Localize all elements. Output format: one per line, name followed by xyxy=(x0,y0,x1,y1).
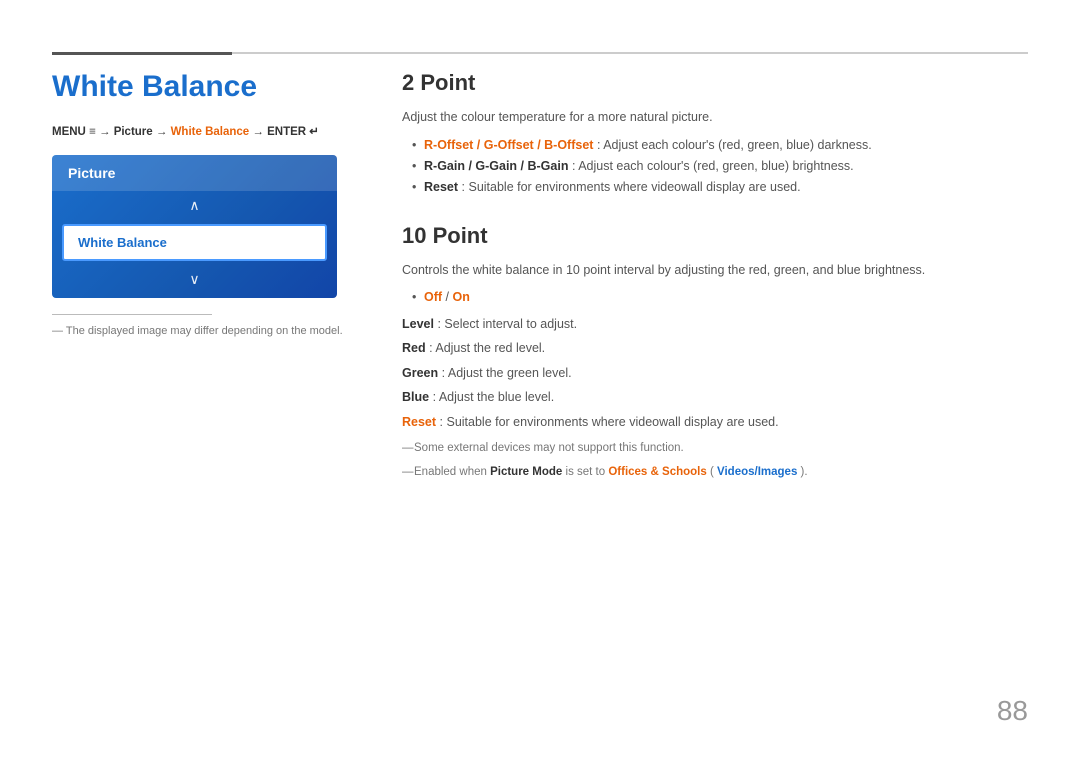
left-note-divider xyxy=(52,314,212,315)
detail-level-bold: Level xyxy=(402,317,434,331)
tv-menu: Picture ∧ White Balance ∨ xyxy=(52,155,337,298)
left-note: ― The displayed image may differ dependi… xyxy=(52,325,362,337)
detail-green: Green : Adjust the green level. xyxy=(402,362,1028,385)
section-10point-title: 10 Point xyxy=(402,223,1028,249)
bullet-separator: / xyxy=(446,290,453,304)
detail-reset-text: : Suitable for environments where videow… xyxy=(440,415,779,429)
detail-reset: Reset : Suitable for environments where … xyxy=(402,411,1028,434)
left-panel: White Balance MENU ≡ → Picture → White B… xyxy=(52,70,362,482)
detail-level: Level : Select interval to adjust. xyxy=(402,313,1028,336)
menu-arrow1: → xyxy=(99,126,114,138)
right-panel: 2 Point Adjust the colour temperature fo… xyxy=(402,70,1028,482)
bullet-on: On xyxy=(453,290,470,304)
detail-green-bold: Green xyxy=(402,366,438,380)
menu-arrow2: → xyxy=(156,126,171,138)
bullet-offon: Off / On xyxy=(412,287,1028,308)
menu-prefix: MENU xyxy=(52,126,86,138)
detail-blue: Blue : Adjust the blue level. xyxy=(402,386,1028,409)
section-10point-offon-list: Off / On xyxy=(402,287,1028,308)
tv-menu-header: Picture xyxy=(52,155,337,191)
page-title: White Balance xyxy=(52,70,362,104)
tv-menu-item-whitebalance: White Balance xyxy=(62,224,327,261)
menu-path: MENU ≡ → Picture → White Balance → ENTER… xyxy=(52,124,362,141)
bullet-roffset-text: : Adjust each colour's (red, green, blue… xyxy=(597,138,872,152)
detail-green-text: : Adjust the green level. xyxy=(442,366,572,380)
note-is-set-to: is set to xyxy=(566,466,609,478)
bullet-rgain-bold: R-Gain / G-Gain / B-Gain xyxy=(424,159,568,173)
detail-red-text: : Adjust the red level. xyxy=(429,341,545,355)
section-2point-bullets: R-Offset / G-Offset / B-Offset : Adjust … xyxy=(402,135,1028,199)
page-number: 88 xyxy=(997,695,1028,727)
section-10point-desc: Controls the white balance in 10 point i… xyxy=(402,261,1028,280)
bullet-off: Off xyxy=(424,290,442,304)
menu-item-whitebalance: White Balance xyxy=(171,126,253,138)
bullet-reset-2point-bold: Reset xyxy=(424,180,458,194)
detail-blue-text: : Adjust the blue level. xyxy=(433,390,555,404)
note-external-devices: Some external devices may not support th… xyxy=(402,439,1028,457)
tv-menu-arrow-up: ∧ xyxy=(52,191,337,220)
left-note-dash: ― xyxy=(52,325,66,337)
bullet-roffset: R-Offset / G-Offset / B-Offset : Adjust … xyxy=(412,135,1028,156)
bullet-rgain-text: : Adjust each colour's (red, green, blue… xyxy=(572,159,854,173)
detail-level-text: : Select interval to adjust. xyxy=(437,317,577,331)
section-2point-desc: Adjust the colour temperature for a more… xyxy=(402,108,1028,127)
menu-item-enter: ENTER xyxy=(267,126,309,138)
section-2point-title: 2 Point xyxy=(402,70,1028,96)
bullet-rgain: R-Gain / G-Gain / B-Gain : Adjust each c… xyxy=(412,156,1028,177)
note-offices-schools: Offices & Schools xyxy=(608,466,706,478)
tv-menu-arrow-down: ∨ xyxy=(52,265,337,298)
detail-reset-bold: Reset xyxy=(402,415,436,429)
left-note-text: The displayed image may differ depending… xyxy=(66,325,343,337)
note-videos-images: Videos/Images xyxy=(717,466,797,478)
detail-red: Red : Adjust the red level. xyxy=(402,337,1028,360)
note-enabled-prefix: Enabled when xyxy=(414,466,490,478)
note-external-devices-text: Some external devices may not support th… xyxy=(414,442,684,454)
bullet-reset-2point: Reset : Suitable for environments where … xyxy=(412,177,1028,198)
note-paren-close: ). xyxy=(801,466,808,478)
menu-item-picture: Picture xyxy=(114,126,156,138)
enter-icon: ↵ xyxy=(309,126,319,138)
top-accent-line xyxy=(52,52,232,55)
detail-blue-bold: Blue xyxy=(402,390,429,404)
bullet-reset-2point-text: : Suitable for environments where videow… xyxy=(462,180,801,194)
note-picture-mode-bold: Picture Mode xyxy=(490,466,562,478)
bullet-roffset-bold: R-Offset / G-Offset / B-Offset xyxy=(424,138,593,152)
menu-icon: ≡ xyxy=(89,126,99,138)
detail-red-bold: Red xyxy=(402,341,426,355)
note-paren-open: ( xyxy=(710,466,714,478)
menu-arrow3: → xyxy=(252,126,267,138)
note-picture-mode: Enabled when Picture Mode is set to Offi… xyxy=(402,463,1028,481)
